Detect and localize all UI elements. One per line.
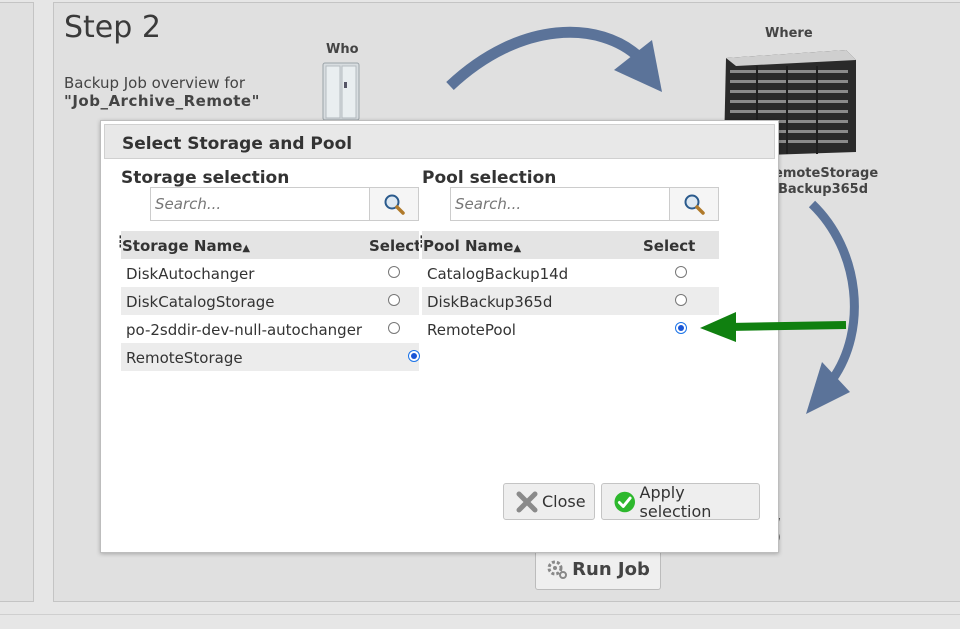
annotation-arrow-icon <box>700 312 847 342</box>
